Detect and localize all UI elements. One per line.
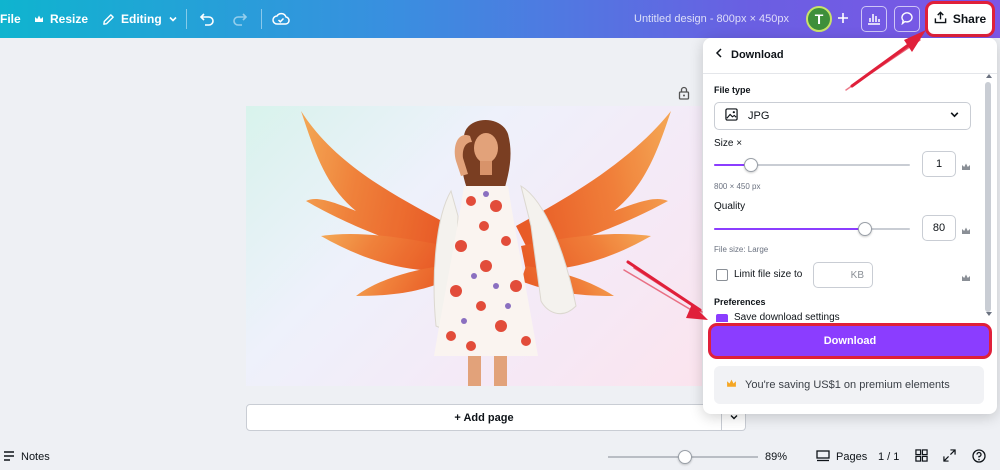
file-type-label: File type [714, 85, 751, 95]
resize-button[interactable]: Resize [34, 0, 88, 38]
limit-file-size-checkbox[interactable] [716, 269, 728, 281]
undo-icon [199, 12, 215, 26]
design-artwork [301, 111, 671, 386]
crown-icon [961, 223, 971, 241]
share-label: Share [952, 12, 987, 26]
avatar[interactable]: T [806, 6, 832, 32]
file-label: File [0, 12, 21, 26]
chevron-left-icon[interactable] [715, 48, 723, 61]
file-size-limit-input[interactable]: KB [813, 262, 873, 288]
bar-chart-icon [867, 11, 881, 28]
help-button[interactable] [972, 444, 986, 470]
share-button[interactable]: Share [928, 4, 992, 34]
preferences-label: Preferences [714, 297, 766, 307]
file-type-value: JPG [748, 110, 770, 122]
size-input[interactable]: 1 [922, 151, 956, 177]
pages-button[interactable]: Pages [816, 444, 867, 470]
editing-mode-button[interactable]: Editing [102, 0, 178, 38]
panel-header[interactable]: Download [715, 48, 784, 61]
chevron-down-icon [168, 14, 178, 24]
file-size-note: File size: Large [714, 245, 769, 254]
redo-button[interactable] [232, 0, 248, 38]
limit-file-size-label: Limit file size to [734, 269, 803, 280]
document-title[interactable]: Untitled design - 800px × 450px [634, 0, 789, 38]
file-type-select[interactable]: JPG [714, 102, 971, 130]
zoom-value[interactable]: 89% [765, 444, 787, 470]
comment-icon [900, 11, 914, 28]
undo-button[interactable] [199, 0, 215, 38]
cloud-check-icon [272, 12, 290, 26]
page-counter: 1 / 1 [878, 451, 900, 463]
editing-label: Editing [121, 12, 162, 26]
size-label: Size × [714, 138, 743, 149]
crown-icon [961, 159, 971, 177]
save-settings-label: Save download settings [734, 312, 840, 322]
notes-label: Notes [21, 451, 50, 463]
image-icon [725, 108, 738, 124]
scrollbar[interactable] [985, 82, 991, 312]
size-slider-thumb[interactable] [744, 158, 759, 172]
zoom-slider-thumb[interactable] [678, 450, 692, 464]
preferences-row: Save download settings [703, 308, 997, 322]
design-canvas[interactable] [246, 106, 702, 386]
crown-icon [726, 378, 737, 392]
savings-text: You're saving US$1 on premium elements [745, 379, 950, 391]
pages-icon [816, 449, 830, 465]
upload-icon [934, 11, 947, 27]
download-button[interactable]: Download [711, 326, 989, 356]
lock-icon[interactable] [678, 86, 690, 105]
save-status-button[interactable] [272, 0, 290, 38]
kb-unit-label: KB [850, 269, 864, 281]
quality-slider-thumb[interactable] [857, 222, 872, 236]
quality-slider-fill [714, 228, 865, 230]
left-wing [301, 111, 451, 296]
dimensions-note: 800 × 450 px [714, 182, 761, 191]
plus-icon [837, 12, 849, 27]
download-panel: Download File type JPG Size × 1 800 × 45… [703, 38, 997, 414]
insights-button[interactable] [861, 6, 887, 32]
crown-icon [961, 270, 971, 288]
file-menu[interactable]: File [0, 0, 21, 38]
scroll-up-arrow[interactable] [986, 74, 992, 78]
woman-figure [433, 119, 577, 386]
grid-view-button[interactable] [915, 444, 928, 470]
chevron-down-icon [949, 109, 960, 123]
notes-button[interactable]: Notes [3, 444, 50, 470]
notes-icon [3, 450, 15, 465]
quality-input[interactable]: 80 [922, 215, 956, 241]
help-icon [972, 448, 986, 466]
redo-icon [232, 12, 248, 26]
comments-button[interactable] [894, 6, 920, 32]
panel-title: Download [731, 48, 784, 61]
pages-label: Pages [836, 451, 868, 463]
add-page-button[interactable]: + Add page [246, 404, 722, 431]
expand-icon [943, 449, 956, 465]
premium-savings-notice: You're saving US$1 on premium elements [714, 366, 984, 404]
save-settings-checkbox[interactable] [716, 314, 728, 322]
top-bar: File Resize Editing Untitled design - 80… [0, 0, 1000, 38]
size-slider[interactable] [714, 158, 910, 172]
add-collaborator-button[interactable] [830, 6, 856, 32]
resize-label: Resize [50, 12, 89, 26]
grid-icon [915, 449, 928, 465]
quality-slider[interactable] [714, 222, 910, 236]
pencil-icon [102, 13, 115, 26]
fullscreen-button[interactable] [943, 444, 956, 470]
bottom-bar: Notes 89% Pages 1 / 1 [0, 444, 1000, 470]
quality-label: Quality [714, 201, 746, 212]
crown-icon [34, 14, 44, 24]
